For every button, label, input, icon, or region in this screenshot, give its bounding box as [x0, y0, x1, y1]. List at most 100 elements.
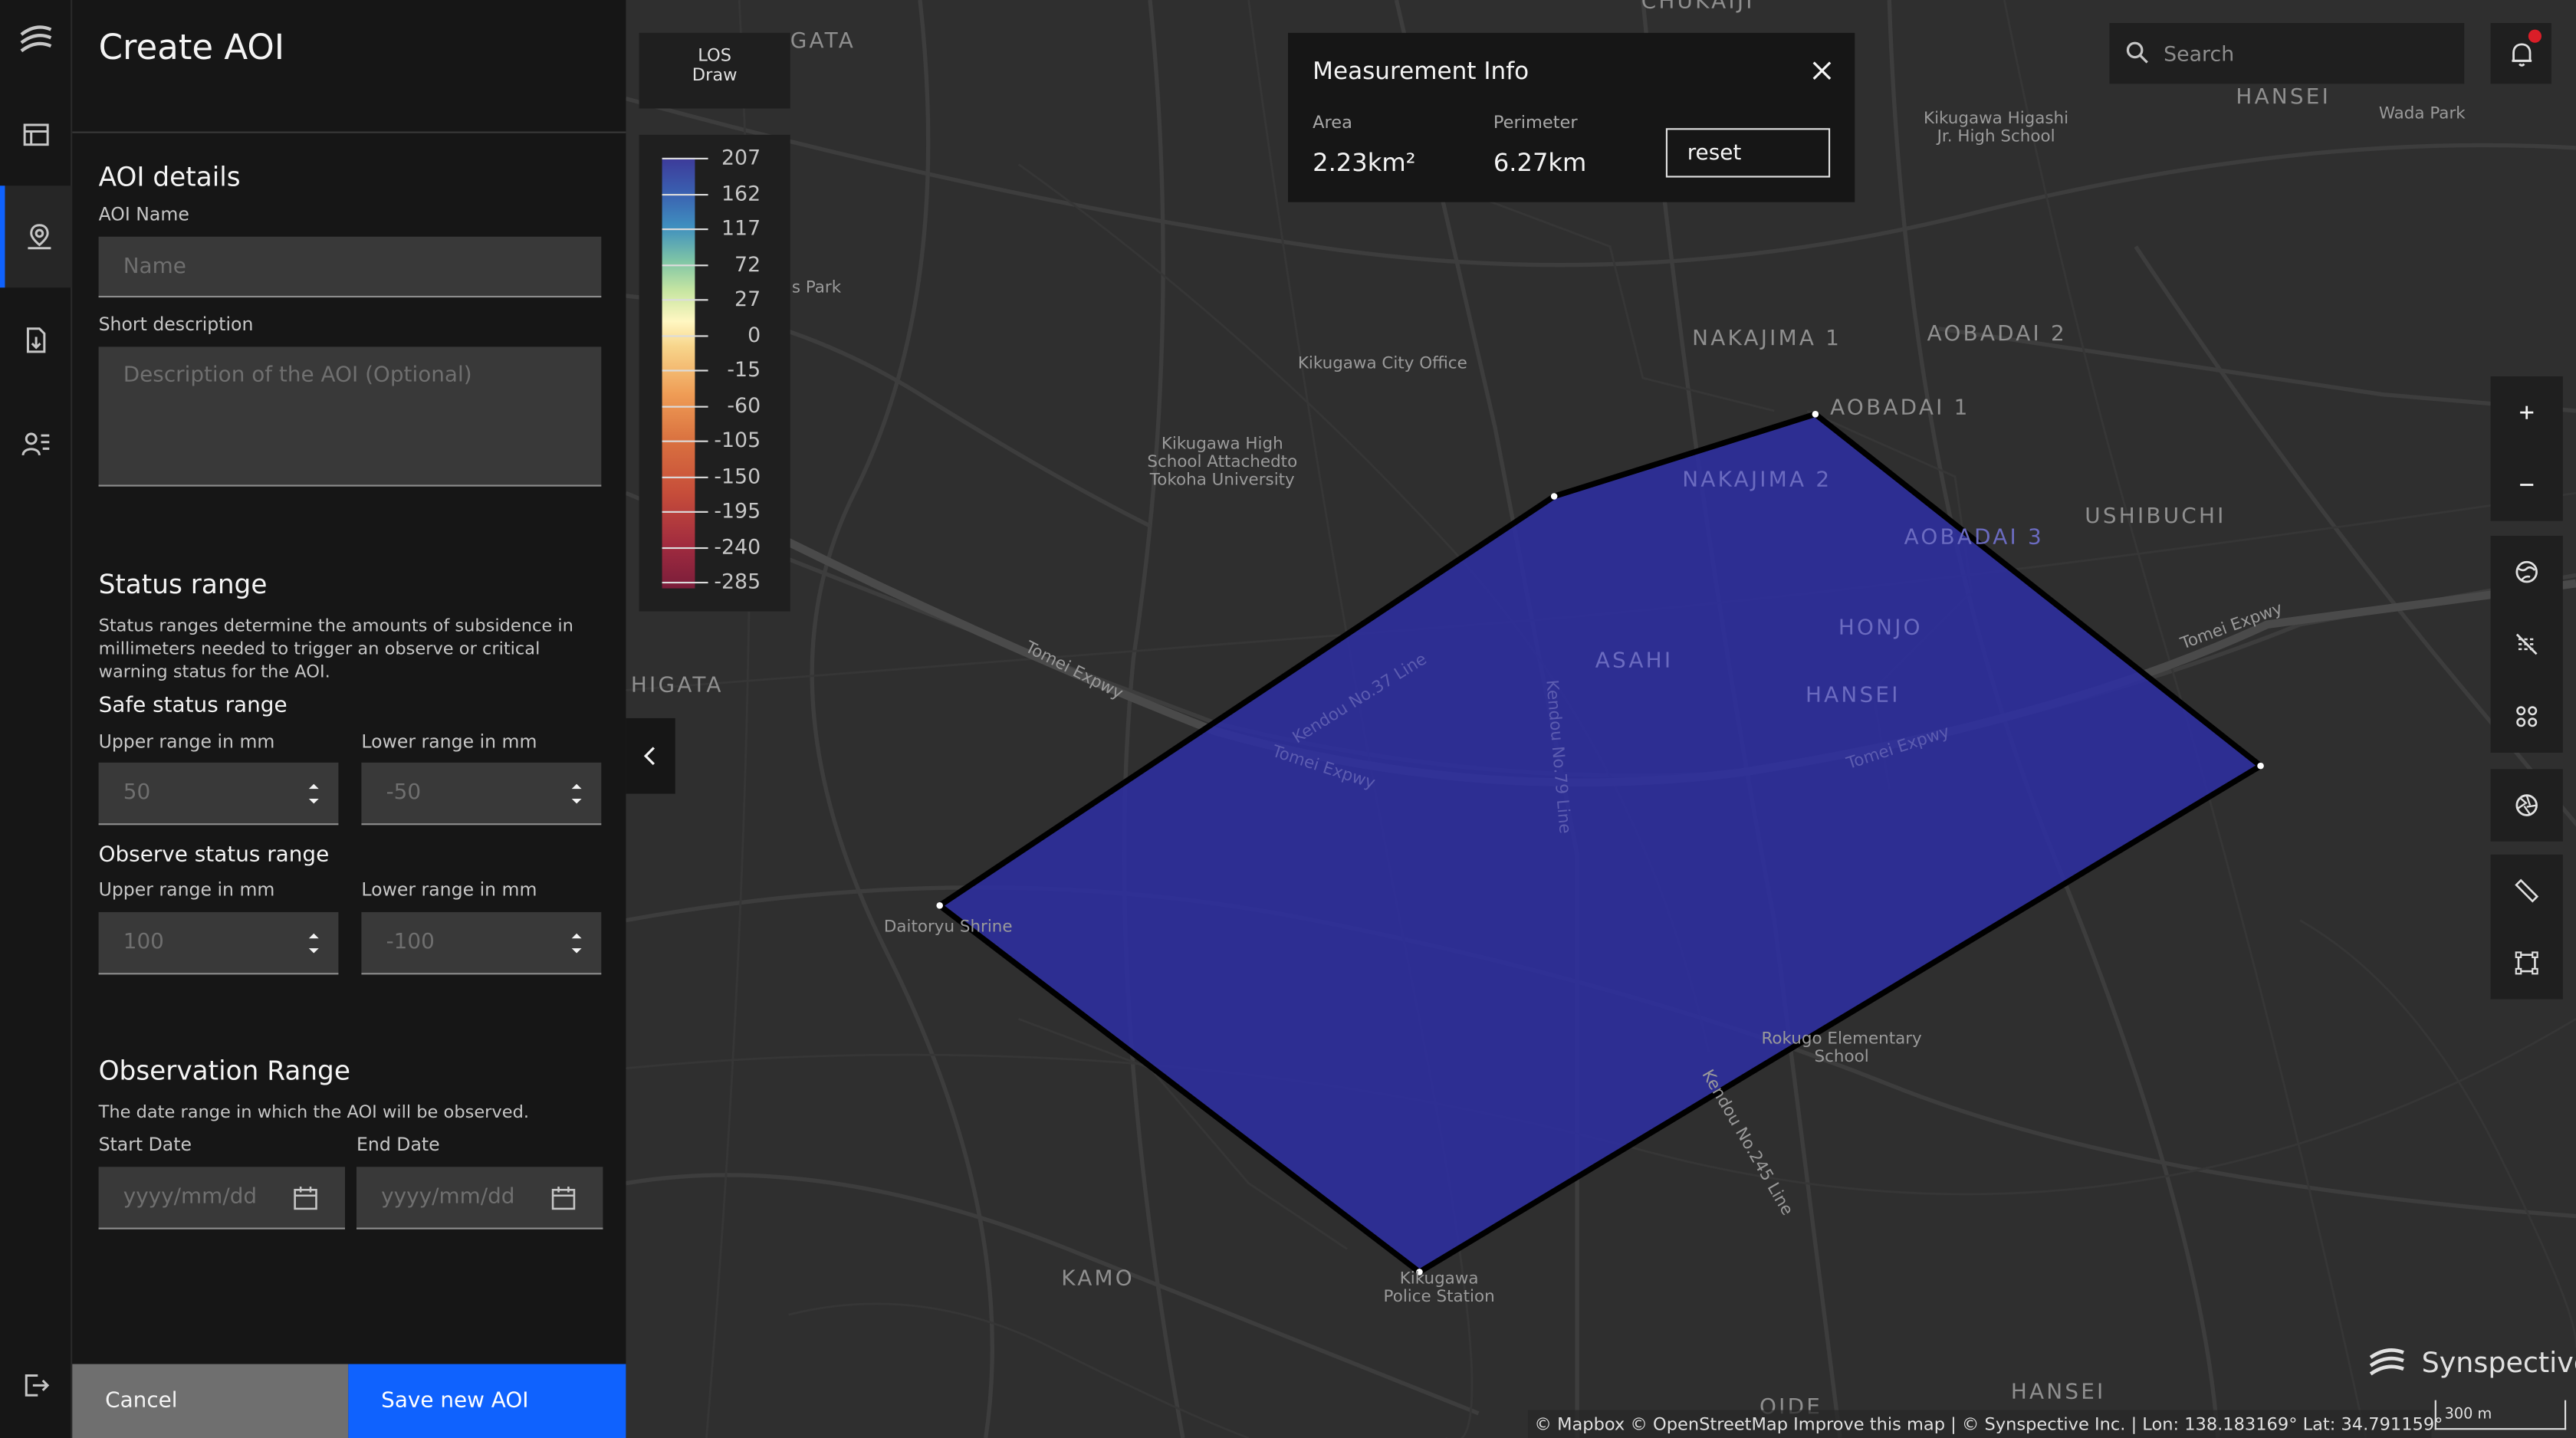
calendar-icon[interactable]: [292, 1185, 318, 1211]
legend-tick: [662, 581, 708, 584]
observe-lower-label: Lower range in mm: [361, 879, 537, 901]
draw-area-button[interactable]: [2491, 927, 2563, 999]
observe-lower-value: -100: [386, 930, 435, 955]
map-label: Wada Park: [2378, 105, 2466, 123]
end-date-input[interactable]: yyyy/mm/dd: [356, 1167, 603, 1230]
search-input[interactable]: Search: [2109, 23, 2465, 84]
nav-rail: [0, 0, 73, 1438]
map-label-line: Jr. High School: [1937, 128, 2055, 146]
measurement-title: Measurement Info: [1313, 59, 1530, 86]
safe-lower-value: -50: [386, 780, 422, 806]
nav-user-list-icon[interactable]: [0, 392, 72, 494]
globe-button[interactable]: [2491, 536, 2563, 608]
create-aoi-panel: Create AOI AOI details AOI Name Name Sho…: [72, 0, 626, 1438]
end-date-label: End Date: [356, 1134, 440, 1156]
nav-dashboard-icon[interactable]: [0, 84, 72, 185]
cancel-button[interactable]: Cancel: [72, 1364, 349, 1438]
map-label-line: Kikugawa: [1399, 1270, 1479, 1289]
legend-tick: [662, 511, 708, 513]
legend-value: 0: [748, 321, 761, 346]
logout-icon[interactable]: [0, 1335, 72, 1436]
map-canvas[interactable]: GATA CHUKAIJI HANSEI Wada Park Kikugawa …: [626, 0, 2576, 1438]
safe-upper-label: Upper range in mm: [98, 731, 275, 753]
stepper-icon[interactable]: [568, 927, 584, 960]
map-label: NAKAJIMA 1: [1692, 327, 1842, 352]
map-label: GATA: [790, 29, 856, 54]
save-new-aoi-button[interactable]: Save new AOI: [348, 1364, 626, 1438]
perimeter-value: 6.27km: [1493, 147, 1587, 178]
nav-map-pin-icon[interactable]: [0, 185, 73, 288]
points-button[interactable]: [2491, 681, 2563, 753]
synspective-logo-icon: [2369, 1348, 2404, 1376]
area-select-icon: [2515, 951, 2538, 975]
legend-tick: [662, 157, 708, 159]
reset-button[interactable]: reset: [1665, 128, 1831, 178]
scatter-points-icon: [2516, 706, 2538, 727]
synspective-logo-icon[interactable]: [15, 20, 58, 63]
map-scale: 300 m: [2434, 1400, 2567, 1430]
safe-lower-label: Lower range in mm: [361, 731, 537, 753]
map-label: AOBADAI 2: [1927, 322, 2067, 347]
map-label: HANSEI: [2010, 1380, 2106, 1406]
map-label: Kikugawa Higashi Jr. High School: [1898, 110, 2095, 146]
observe-lower-input[interactable]: -100: [361, 911, 602, 975]
short-description-textarea[interactable]: Description of the AOI (Optional): [98, 346, 602, 487]
ruler-icon: [2515, 878, 2539, 903]
ruler-button[interactable]: [2491, 855, 2563, 927]
map-label: USHIBUCHI: [2085, 504, 2226, 530]
start-date-label: Start Date: [98, 1134, 192, 1156]
legend-value: -195: [714, 497, 761, 523]
map-label: Kikugawa High School Attachedto Tokoha Uni…: [1124, 435, 1321, 490]
aoi-name-input[interactable]: Name: [98, 236, 602, 298]
plus-icon: [2520, 405, 2534, 419]
observe-upper-input[interactable]: 100: [98, 911, 339, 975]
zoom-out-button[interactable]: [2491, 448, 2563, 520]
stepper-icon[interactable]: [306, 927, 322, 960]
map-label: Kikugawa City Office: [1297, 355, 1467, 373]
collapse-panel-button[interactable]: [626, 717, 675, 794]
legend-value: 207: [721, 144, 761, 169]
notifications-button[interactable]: [2490, 23, 2551, 84]
legend-value: 162: [721, 179, 761, 205]
legend-value: -60: [727, 392, 761, 417]
safe-lower-input[interactable]: -50: [361, 762, 602, 826]
map-attribution[interactable]: © Mapbox © OpenStreetMap Improve this ma…: [1527, 1410, 2443, 1438]
notification-dot: [2528, 29, 2542, 43]
map-label: CHUKAIJI: [1641, 0, 1755, 15]
aoi-name-label: AOI Name: [98, 203, 189, 225]
measure-tools: [2490, 854, 2563, 1000]
brand-name: Synspective: [2421, 1348, 2576, 1381]
safe-status-heading: Safe status range: [98, 693, 288, 718]
layers-off-button[interactable]: [2491, 608, 2563, 680]
observe-upper-value: 100: [123, 930, 164, 955]
search-placeholder: Search: [2164, 41, 2235, 66]
map-label-line: Kikugawa Higashi: [1924, 110, 2069, 129]
map-label: AOBADAI 3: [1904, 526, 2044, 551]
bell-icon: [2511, 42, 2532, 66]
map-label: AOBADAI 1: [1830, 396, 1970, 421]
end-date-placeholder: yyyy/mm/dd: [381, 1184, 515, 1210]
legend-value: -105: [714, 427, 761, 452]
map-label: KAMO: [1061, 1267, 1135, 1292]
observe-status-heading: Observe status range: [98, 842, 330, 868]
stepper-icon[interactable]: [568, 777, 584, 810]
start-date-input[interactable]: yyyy/mm/dd: [98, 1167, 346, 1230]
basemap-tool: [2490, 769, 2563, 842]
safe-upper-value: 50: [123, 780, 151, 806]
basemap-button[interactable]: [2491, 769, 2563, 841]
zoom-controls: [2490, 376, 2563, 521]
zoom-in-button[interactable]: [2491, 376, 2563, 448]
close-icon[interactable]: [1812, 61, 1832, 80]
nav-report-icon[interactable]: [0, 289, 72, 391]
legend-tick: [662, 192, 708, 195]
legend-tick: [662, 546, 708, 549]
map-label: HIGATA: [630, 674, 724, 699]
map-label-line: Rokugo Elementary: [1761, 1030, 1922, 1049]
calendar-icon[interactable]: [550, 1185, 577, 1211]
short-description-label: Short description: [98, 314, 254, 336]
map-label: Kikugawa Police Station: [1341, 1270, 1538, 1306]
safe-upper-input[interactable]: 50: [98, 762, 339, 826]
stepper-icon[interactable]: [306, 777, 322, 810]
legend-tick: [662, 264, 708, 266]
los-draw-toggle[interactable]: LOS Draw: [639, 32, 790, 109]
